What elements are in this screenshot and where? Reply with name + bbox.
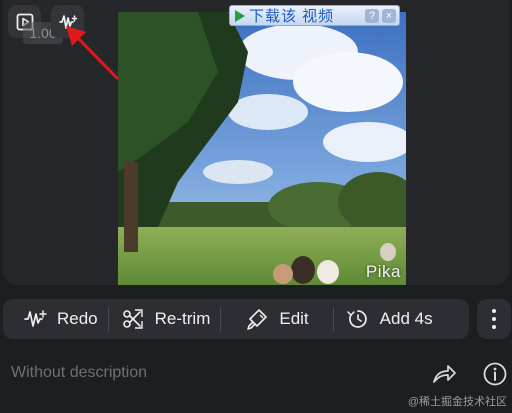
add-time-button[interactable]: Add 4s — [334, 299, 443, 339]
action-toolbar: Redo Re-trim Edit Add 4s — [3, 299, 469, 339]
source-credit: @稀土掘金技术社区 — [407, 396, 507, 408]
edit-brush-icon — [247, 309, 268, 330]
share-icon[interactable] — [431, 361, 457, 387]
annotation-arrow-icon — [66, 26, 119, 80]
banner-close-button[interactable]: × — [382, 8, 396, 23]
banner-help-button[interactable]: ? — [365, 8, 379, 23]
redo-button[interactable]: Redo — [3, 299, 108, 339]
retrim-label: Re-trim — [154, 309, 211, 328]
edit-button[interactable]: Edit — [221, 299, 332, 339]
more-options-button[interactable] — [477, 299, 511, 339]
download-video-banner[interactable]: 下载该 视频 ? × — [229, 5, 400, 26]
video-watermark: Pika — [365, 262, 401, 281]
video-frame-image — [118, 12, 406, 285]
more-icon — [492, 309, 496, 313]
info-icon[interactable] — [482, 361, 508, 387]
retrim-icon — [122, 309, 143, 329]
more-icon-dot — [492, 325, 496, 329]
redo-icon — [24, 310, 47, 327]
banner-play-icon — [235, 9, 245, 22]
more-icon-dot — [492, 317, 496, 321]
redo-label: Redo — [57, 309, 98, 328]
retrim-button[interactable]: Re-trim — [109, 299, 221, 339]
description-text[interactable]: Without description — [11, 364, 147, 382]
banner-label: 下载该 视频 — [249, 8, 335, 25]
generated-video[interactable]: Pika — [118, 12, 406, 285]
add-time-icon — [346, 310, 367, 328]
edit-label: Edit — [279, 309, 309, 328]
add-time-label: Add 4s — [379, 309, 433, 328]
